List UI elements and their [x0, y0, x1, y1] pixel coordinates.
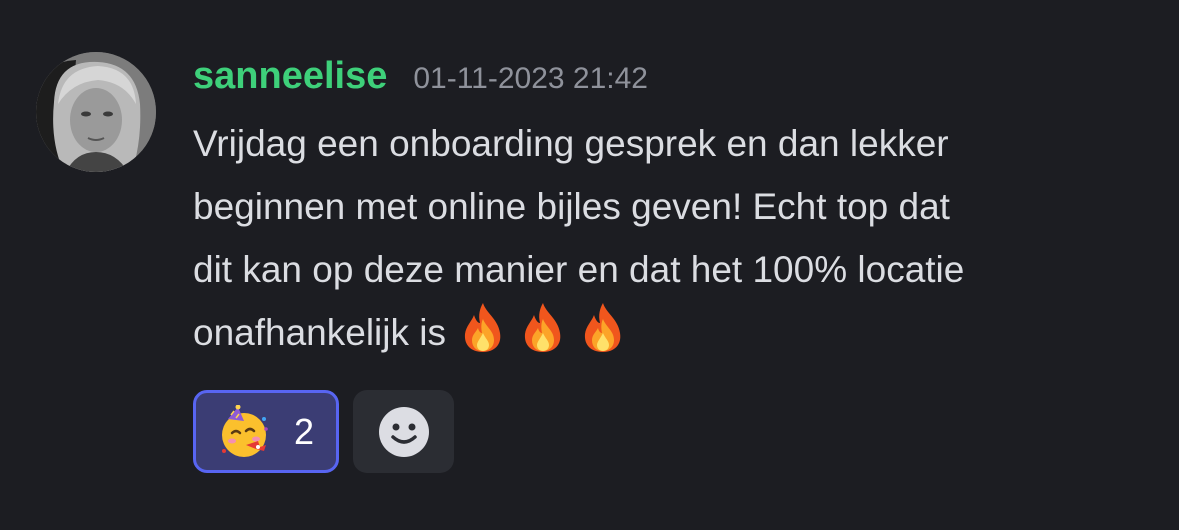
reaction-count: 2: [294, 410, 315, 452]
message-header: sanneelise 01-11-2023 21:42: [193, 52, 648, 100]
smiley-add-reaction-icon: [378, 406, 429, 457]
reaction-partying-face[interactable]: 2: [193, 390, 339, 473]
fire-icon: [524, 303, 561, 352]
message-content: Vrijdag een onboarding gesprek en dan le…: [193, 112, 1163, 364]
fire-icon: [464, 303, 501, 352]
reactions-bar: 2: [193, 390, 454, 473]
message-line-last: onafhankelijk is: [193, 301, 1163, 364]
add-reaction-button[interactable]: [353, 390, 454, 473]
username[interactable]: sanneelise: [193, 52, 387, 100]
fire-emojis: [460, 301, 626, 353]
message-line: beginnen met online bijles geven! Echt t…: [193, 186, 950, 227]
partying-face-icon: [222, 404, 268, 457]
message-line: Vrijdag een onboarding gesprek en dan le…: [193, 123, 949, 164]
avatar-photo: [36, 52, 156, 172]
avatar[interactable]: [36, 52, 156, 172]
timestamp: 01-11-2023 21:42: [413, 62, 648, 95]
chat-message: sanneelise 01-11-2023 21:42 Vrijdag een …: [0, 0, 1179, 530]
message-line: dit kan op deze manier en dat het 100% l…: [193, 249, 965, 290]
message-line-text: onafhankelijk is: [193, 312, 446, 353]
fire-icon: [584, 303, 621, 352]
